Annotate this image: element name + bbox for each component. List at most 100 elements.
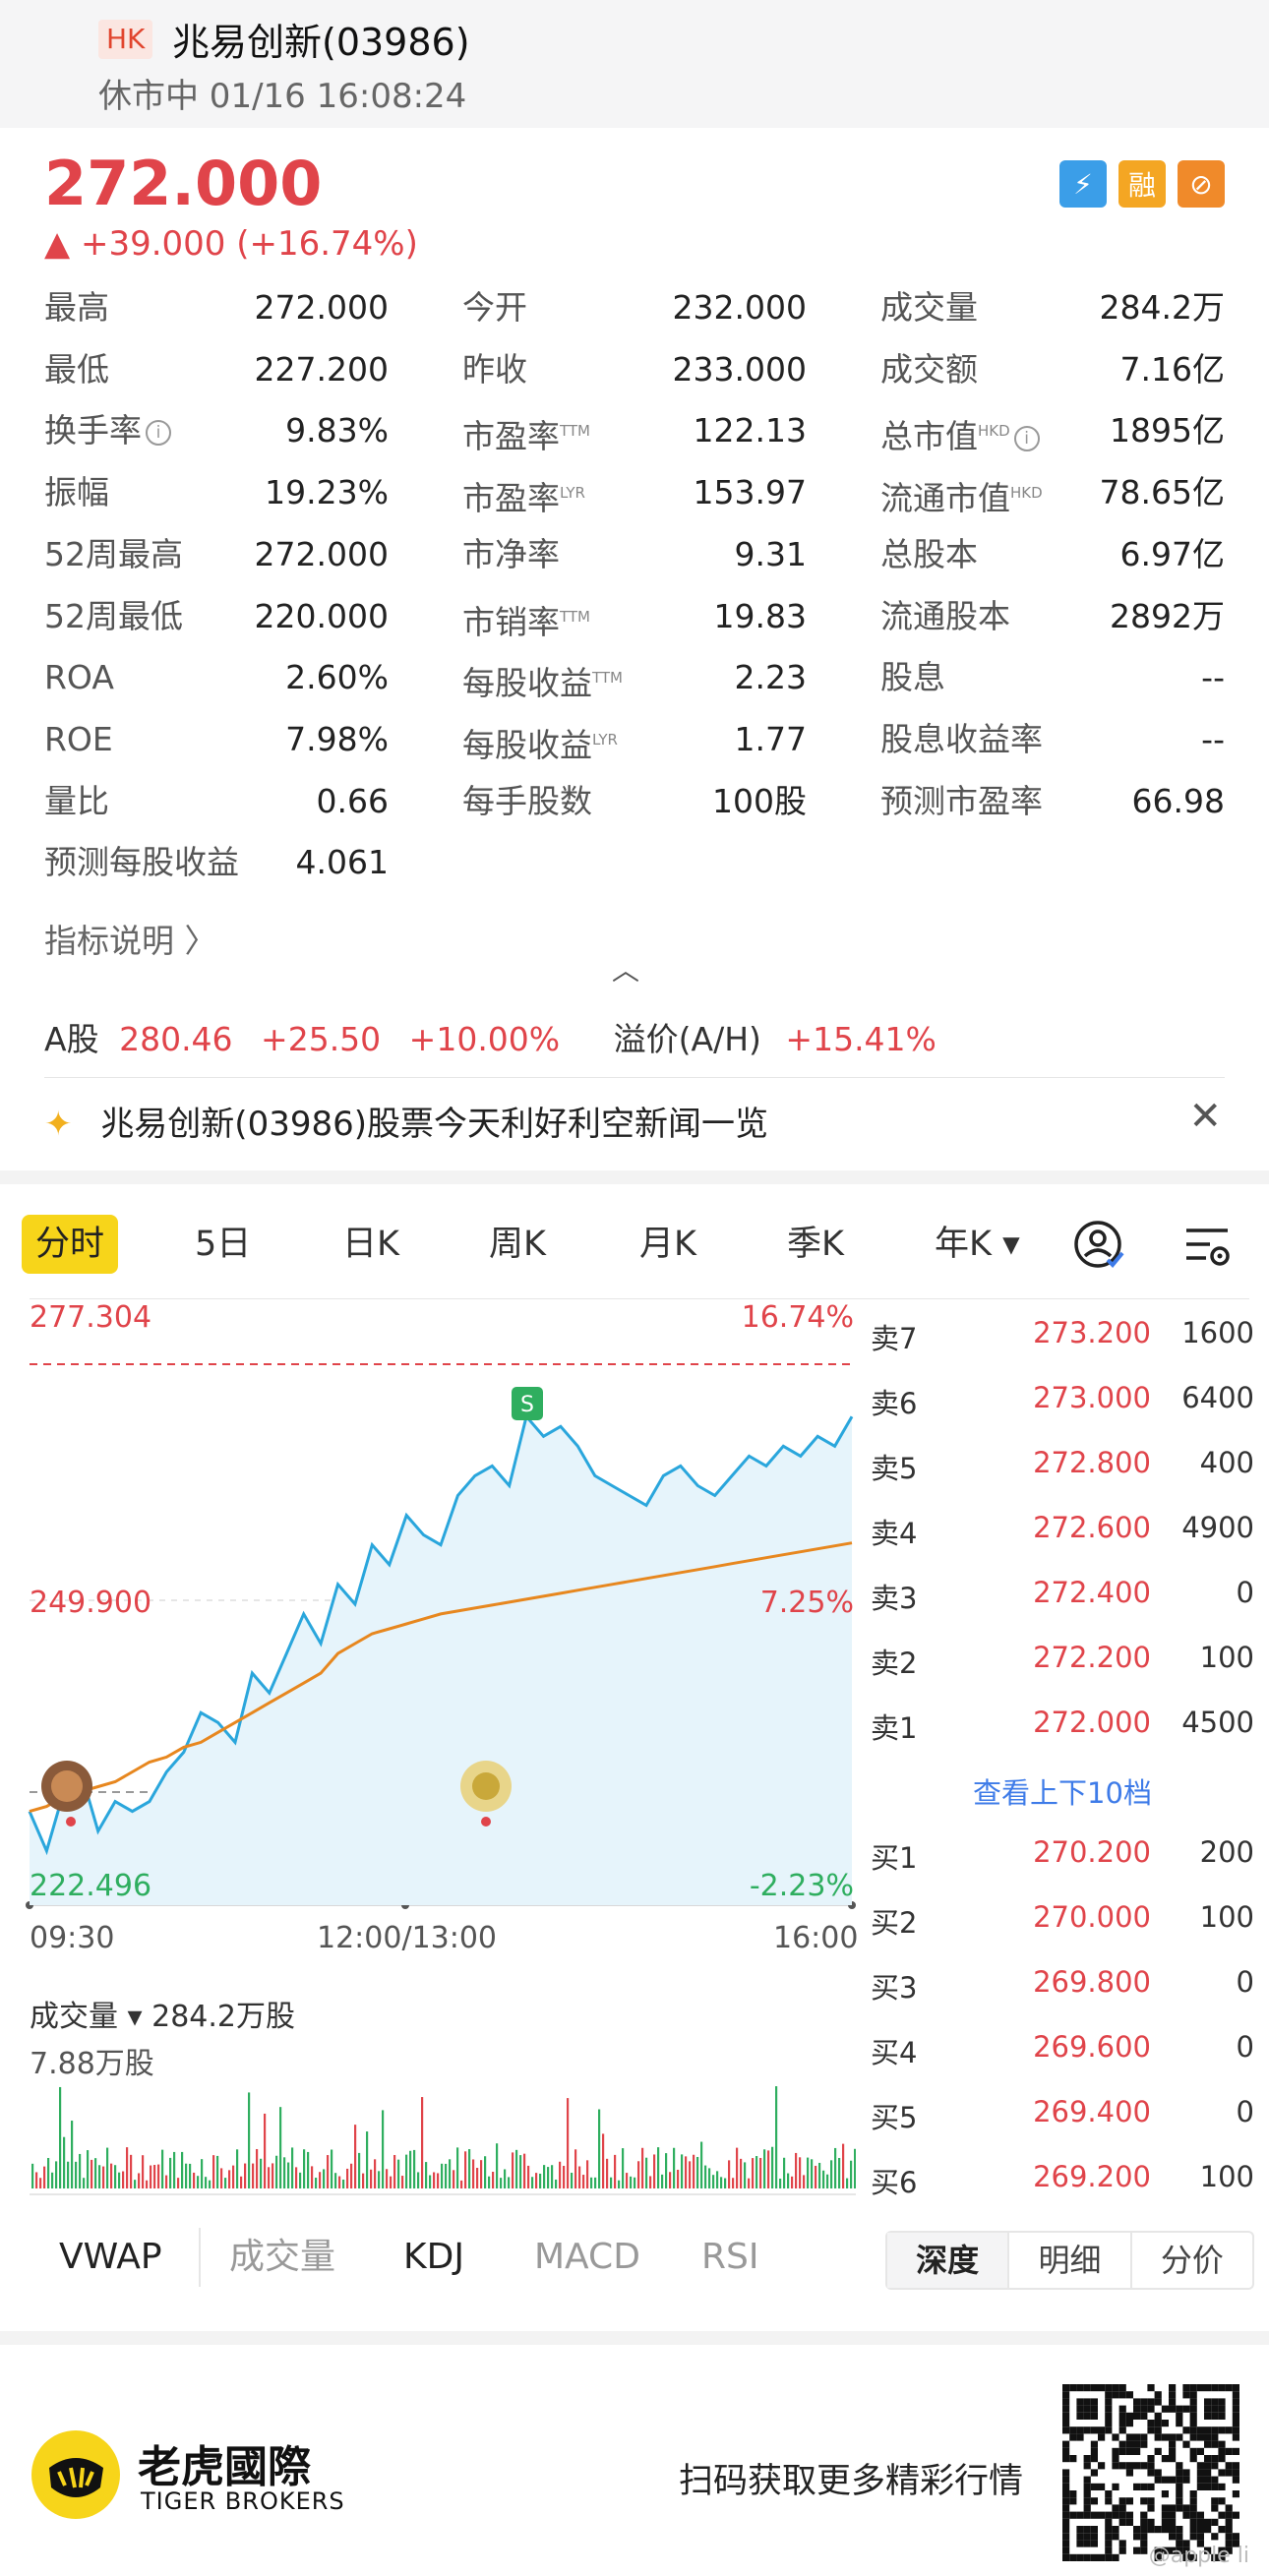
stat-value: 100股 bbox=[712, 781, 807, 820]
volume-bar bbox=[582, 2175, 585, 2188]
volume-bar bbox=[826, 2174, 829, 2188]
bid-level[interactable]: 买2 270.000 100 bbox=[866, 1892, 1259, 1957]
tab-kdj[interactable]: KDJ bbox=[403, 2228, 464, 2287]
volume-bar bbox=[496, 2143, 499, 2188]
info-icon[interactable]: i bbox=[1013, 425, 1040, 451]
no-short-icon[interactable]: ⊘ bbox=[1178, 160, 1225, 208]
stat-value: 2.23 bbox=[734, 658, 807, 697]
view-10-levels-link[interactable]: 查看上下10档 bbox=[866, 1770, 1259, 1812]
stat-label-text: 成交量 bbox=[880, 288, 978, 327]
y-max-label: 277.304 bbox=[30, 1300, 152, 1335]
volume-bar bbox=[291, 2147, 294, 2188]
volume-bar bbox=[272, 2163, 274, 2188]
user-compare-icon[interactable] bbox=[1072, 1219, 1127, 1274]
tab-ticks[interactable]: 明细 bbox=[1009, 2233, 1132, 2288]
order-quantity: 0 bbox=[1236, 1965, 1254, 1999]
tab-daily[interactable]: 日K bbox=[342, 1215, 399, 1274]
order-price: 269.400 bbox=[1033, 2095, 1151, 2128]
close-icon[interactable]: ✕ bbox=[1188, 1094, 1222, 1139]
volume-bar bbox=[157, 2164, 160, 2188]
news-banner[interactable]: ✦ 兆易创新(03986)股票今天利好利空新闻一览 bbox=[44, 1097, 768, 1145]
volume-bar bbox=[370, 2169, 373, 2188]
volume-bar bbox=[441, 2163, 444, 2188]
stat-cell: 股息 -- bbox=[880, 653, 1225, 712]
volume-bar bbox=[830, 2160, 833, 2188]
volume-bar bbox=[732, 2178, 735, 2188]
info-icon[interactable]: i bbox=[146, 419, 171, 446]
tab-yearly[interactable]: 年K ▾ bbox=[935, 1215, 1020, 1274]
bid-level[interactable]: 买1 270.200 200 bbox=[866, 1827, 1259, 1892]
tab-5day[interactable]: 5日 bbox=[195, 1215, 251, 1274]
sell-marker[interactable]: S bbox=[512, 1387, 543, 1420]
volume-bar bbox=[311, 2166, 314, 2188]
volume-bar bbox=[366, 2131, 369, 2188]
order-quantity: 100 bbox=[1199, 1900, 1254, 1934]
stock-title: 兆易创新(03986) bbox=[172, 21, 470, 64]
volume-bar bbox=[102, 2166, 105, 2188]
bid-level[interactable]: 买4 269.600 0 bbox=[866, 2022, 1259, 2087]
tiger-logo-icon bbox=[31, 2430, 120, 2519]
tab-weekly[interactable]: 周K bbox=[489, 1215, 546, 1274]
stat-label-text: 流通股本 bbox=[880, 596, 1010, 635]
flash-icon[interactable]: ⚡ bbox=[1059, 160, 1107, 208]
ask-level[interactable]: 卖1 272.000 4500 bbox=[866, 1698, 1259, 1763]
brand-name: 老虎國際 bbox=[138, 2442, 311, 2492]
volume-bar bbox=[153, 2165, 156, 2188]
stat-label: 52周最高 bbox=[44, 530, 183, 579]
tab-rsi[interactable]: RSI bbox=[701, 2228, 758, 2287]
volume-bar bbox=[606, 2158, 609, 2188]
x-tick-open: 09:30 bbox=[30, 1921, 115, 1955]
indicator-explanation-link[interactable]: 指标说明 〉 bbox=[44, 915, 217, 962]
stat-label: 预测每股收益 bbox=[44, 838, 239, 887]
ask-level[interactable]: 卖5 272.800 400 bbox=[866, 1438, 1259, 1503]
chart-settings-icon[interactable] bbox=[1180, 1219, 1236, 1274]
volume-max-label: 7.88万股 bbox=[30, 2047, 154, 2081]
stat-label-text: 每股收益 bbox=[462, 725, 592, 764]
tab-macd[interactable]: MACD bbox=[534, 2228, 640, 2287]
tab-depth[interactable]: 深度 bbox=[887, 2233, 1010, 2288]
a-share-price: 280.46 bbox=[119, 1020, 233, 1058]
y-max-pct-label: 16.74% bbox=[741, 1300, 854, 1335]
stat-value: 233.000 bbox=[672, 349, 807, 389]
tab-volume[interactable]: 成交量 bbox=[229, 2228, 335, 2287]
volume-bar bbox=[807, 2157, 810, 2188]
ask-level[interactable]: 卖7 273.200 1600 bbox=[866, 1308, 1259, 1373]
volume-bar bbox=[791, 2176, 794, 2188]
ask-level[interactable]: 卖2 272.200 100 bbox=[866, 1633, 1259, 1698]
margin-icon[interactable]: 融 bbox=[1118, 160, 1166, 208]
stat-cell: 总市值HKD i 1895亿 bbox=[880, 406, 1225, 465]
volume-selector[interactable]: 成交量 ▾ 284.2万股 bbox=[30, 1992, 295, 2035]
volume-bar bbox=[787, 2173, 790, 2188]
order-price: 269.200 bbox=[1033, 2160, 1151, 2193]
volume-bar bbox=[401, 2176, 404, 2188]
bid-level[interactable]: 买5 269.400 0 bbox=[866, 2087, 1259, 2152]
stat-cell: 流通股本 2892万 bbox=[880, 592, 1225, 651]
intraday-chart[interactable]: S 277.304 16.74% 249.900 7.25% 222.496 -… bbox=[0, 1298, 866, 1928]
stat-label-text: 今开 bbox=[462, 288, 527, 327]
volume-bar bbox=[460, 2180, 463, 2188]
bid-level[interactable]: 买6 269.200 100 bbox=[866, 2152, 1259, 2217]
stat-value: 6.97亿 bbox=[1119, 534, 1225, 573]
bid-level[interactable]: 买3 269.800 0 bbox=[866, 1957, 1259, 2022]
ask-level[interactable]: 卖4 272.600 4900 bbox=[866, 1503, 1259, 1568]
ask-level[interactable]: 卖6 273.000 6400 bbox=[866, 1373, 1259, 1438]
tab-price-distribution[interactable]: 分价 bbox=[1132, 2233, 1252, 2288]
volume-bar bbox=[598, 2109, 601, 2188]
tab-monthly[interactable]: 月K bbox=[639, 1215, 696, 1274]
volume-bar bbox=[268, 2167, 271, 2188]
stat-value: 0.66 bbox=[316, 781, 389, 820]
order-price: 269.800 bbox=[1033, 1965, 1151, 1999]
tab-intraday[interactable]: 分时 bbox=[22, 1215, 119, 1274]
volume-bar bbox=[665, 2153, 668, 2188]
a-share-quote[interactable]: A股 280.46 +25.50 +10.00% 溢价(A/H) +15.41% bbox=[44, 1013, 937, 1060]
qr-code-icon[interactable] bbox=[1062, 2384, 1239, 2561]
tab-vwap[interactable]: VWAP bbox=[59, 2228, 162, 2287]
order-side-label: 买5 bbox=[871, 2101, 918, 2134]
volume-bar bbox=[126, 2147, 129, 2188]
order-side-label: 卖6 bbox=[871, 1387, 918, 1420]
watermark: @apple li bbox=[1148, 2544, 1249, 2568]
order-side-label: 买6 bbox=[871, 2166, 918, 2199]
collapse-caret-icon[interactable]: ︿ bbox=[612, 949, 639, 988]
ask-level[interactable]: 卖3 272.400 0 bbox=[866, 1568, 1259, 1633]
tab-quarterly[interactable]: 季K bbox=[787, 1215, 844, 1274]
